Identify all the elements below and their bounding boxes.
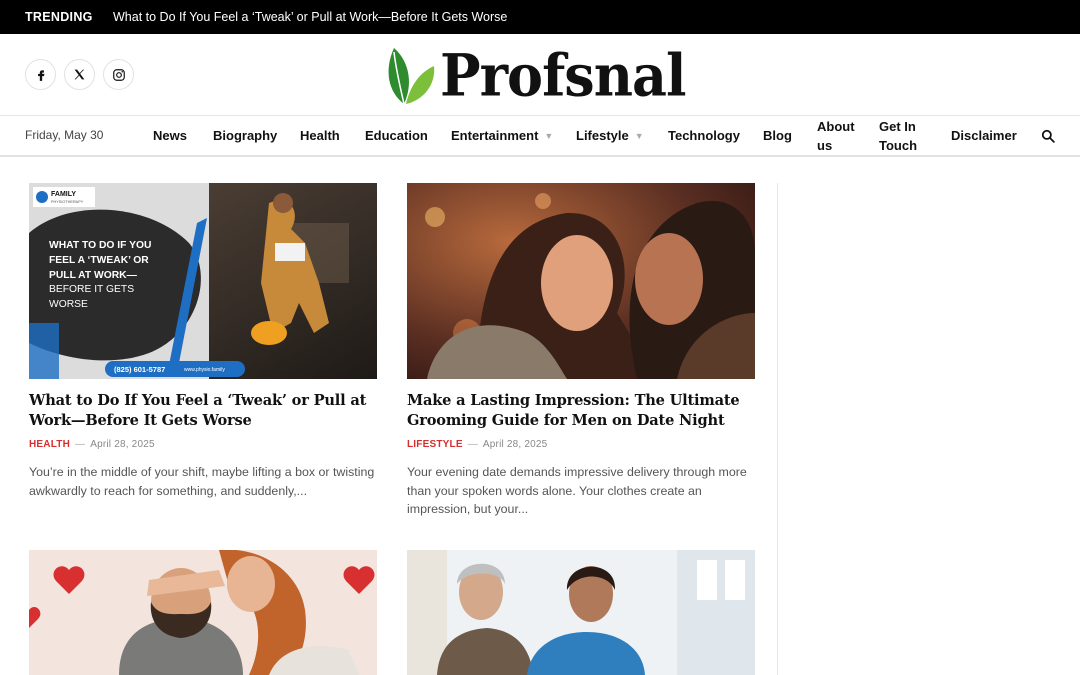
meta-separator: — bbox=[75, 439, 86, 450]
post-meta-2: LIFESTYLE — April 28, 2025 bbox=[407, 439, 547, 450]
current-date: Friday, May 30 bbox=[25, 128, 104, 142]
nav-item-entertainment-label: Entertainment bbox=[451, 128, 539, 143]
logo-wordmark: Profsnal bbox=[440, 40, 686, 110]
post-thumbnail-4[interactable] bbox=[407, 550, 755, 675]
site-logo[interactable]: Profsnal bbox=[384, 40, 686, 110]
post-excerpt-2: Your evening date demands impressive del… bbox=[407, 465, 747, 517]
trending-headline-link[interactable]: What to Do If You Feel a ‘Tweak’ or Pull… bbox=[113, 10, 507, 24]
nav-item-about-us[interactable]: About us bbox=[817, 117, 861, 155]
nav-item-entertainment[interactable]: Entertainment ▼ bbox=[451, 126, 553, 147]
trending-label: TRENDING bbox=[25, 10, 93, 24]
post-1-image-brand: FAMILY bbox=[51, 191, 76, 198]
facebook-icon[interactable] bbox=[25, 59, 56, 90]
post-category-1[interactable]: HEALTH bbox=[29, 439, 70, 450]
post-date-1: April 28, 2025 bbox=[90, 439, 155, 450]
leaf-logo-icon bbox=[388, 48, 435, 105]
meta-separator: — bbox=[467, 439, 478, 450]
sidebar-divider bbox=[777, 183, 778, 675]
chevron-down-icon: ▼ bbox=[544, 131, 554, 141]
nav-item-biography[interactable]: Biography bbox=[213, 126, 277, 145]
nav-item-education[interactable]: Education bbox=[365, 126, 428, 145]
post-1-image-overlay-bold: WHAT TO DO IF YOU FEEL A ‘TWEAK’ OR PULL… bbox=[49, 240, 152, 281]
x-twitter-icon[interactable] bbox=[64, 59, 95, 90]
post-1-image-overlay-text: WHAT TO DO IF YOU FEEL A ‘TWEAK’ OR PULL… bbox=[49, 239, 159, 313]
nav-item-technology[interactable]: Technology bbox=[668, 126, 740, 145]
post-thumbnail-3[interactable] bbox=[29, 550, 377, 675]
nav-item-get-in-touch[interactable]: Get In Touch bbox=[879, 117, 925, 155]
post-1-image-site: www.physio.family bbox=[184, 367, 225, 373]
instagram-icon[interactable] bbox=[103, 59, 134, 90]
site-header: Profsnal bbox=[0, 34, 1080, 116]
post-title-1[interactable]: What to Do If You Feel a ‘Tweak’ or Pull… bbox=[29, 391, 379, 431]
post-thumbnail-2[interactable] bbox=[407, 183, 755, 379]
post-image-2 bbox=[407, 183, 755, 379]
post-image-3 bbox=[29, 550, 377, 675]
post-date-2: April 28, 2025 bbox=[482, 439, 548, 450]
nav-item-news[interactable]: News bbox=[153, 126, 187, 145]
post-image-4 bbox=[407, 550, 755, 675]
post-1-image-overlay-light: BEFORE IT GETS WORSE bbox=[49, 284, 135, 311]
nav-item-health[interactable]: Health bbox=[300, 126, 340, 145]
nav-item-lifestyle[interactable]: Lifestyle ▼ bbox=[576, 126, 644, 147]
post-thumbnail-1[interactable]: (825) 601-5787 www.physio.family FAMILY … bbox=[29, 183, 377, 379]
post-excerpt-1: You’re in the middle of your shift, mayb… bbox=[29, 465, 375, 498]
search-icon[interactable] bbox=[1041, 129, 1055, 148]
post-meta-1: HEALTH — April 28, 2025 bbox=[29, 439, 155, 450]
nav-item-lifestyle-label: Lifestyle bbox=[576, 128, 629, 143]
trending-bar: TRENDING What to Do If You Feel a ‘Tweak… bbox=[0, 0, 1080, 34]
post-category-2[interactable]: LIFESTYLE bbox=[407, 439, 463, 450]
main-nav: Friday, May 30 News Biography Health Edu… bbox=[0, 116, 1080, 157]
nav-item-disclaimer[interactable]: Disclaimer bbox=[951, 126, 1017, 145]
post-1-image-brand-sub: PHYSIOTHERAPY bbox=[51, 200, 84, 204]
nav-item-blog[interactable]: Blog bbox=[763, 126, 792, 145]
post-title-2[interactable]: Make a Lasting Impression: The Ultimate … bbox=[407, 391, 757, 431]
chevron-down-icon: ▼ bbox=[634, 131, 644, 141]
post-1-image-phone: (825) 601-5787 bbox=[114, 365, 165, 374]
